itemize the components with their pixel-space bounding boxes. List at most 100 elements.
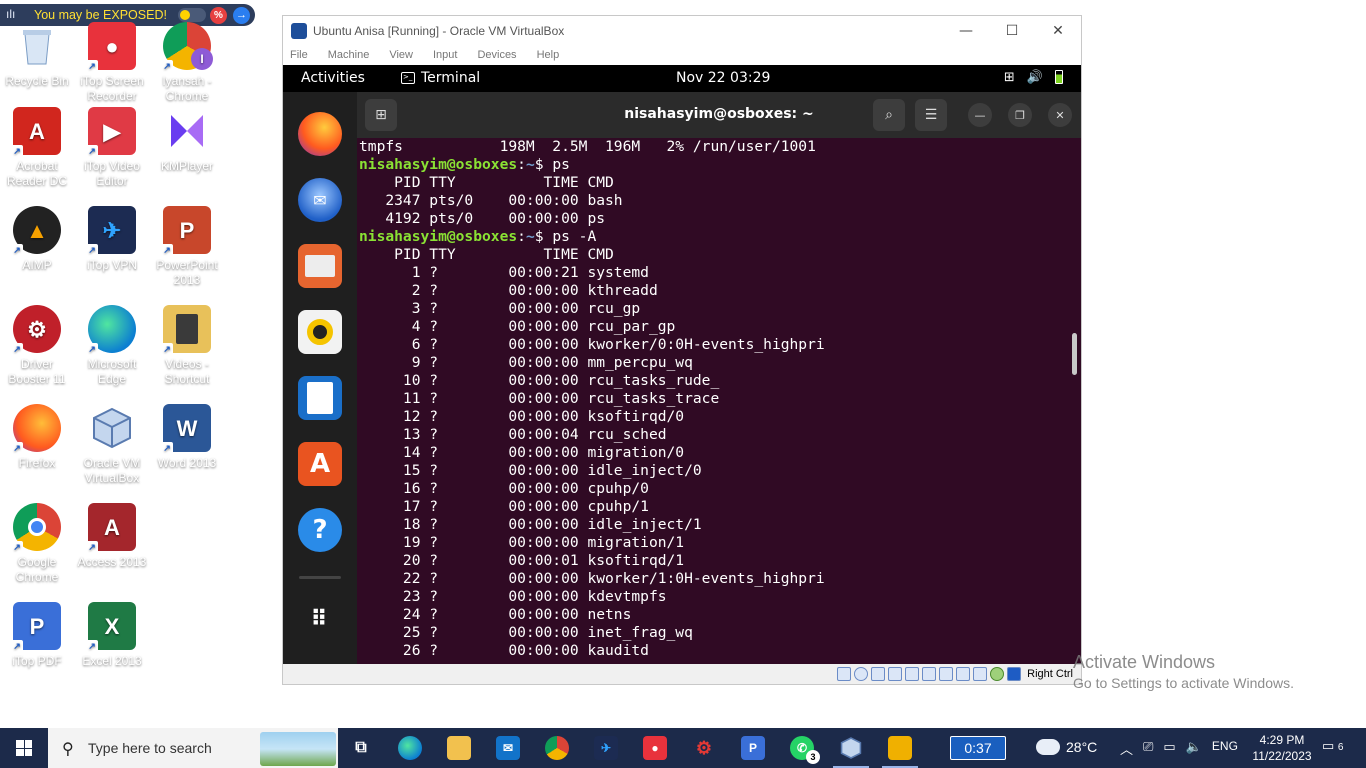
menu-file[interactable]: File: [290, 49, 308, 61]
optical-status-icon[interactable]: [854, 667, 869, 681]
taskbar-edge-icon[interactable]: [398, 736, 422, 760]
minimize-button[interactable]: —: [943, 16, 989, 45]
prompt-colon: :: [517, 156, 526, 173]
menu-view[interactable]: View: [389, 49, 413, 61]
terminal-output[interactable]: tmpfs 198M 2.5M 196M 2% /run/user/1001 ni…: [359, 138, 1067, 664]
weather-widget[interactable]: 28°C: [1036, 734, 1097, 755]
taskbar-screen-recorder-icon[interactable]: ●: [643, 736, 667, 760]
menu-machine[interactable]: Machine: [328, 49, 370, 61]
terminal-scrollbar[interactable]: [1072, 333, 1077, 375]
taskbar-itop-vpn-icon[interactable]: ✈: [594, 736, 618, 760]
show-apps-grid-icon[interactable]: ⠿: [298, 597, 342, 641]
desktop-icon-word[interactable]: W ↗ Word 2013: [149, 404, 225, 471]
desktop-icon-itop-pdf[interactable]: P ↗ iTop PDF: [0, 602, 75, 669]
desktop-icon-recycle-bin[interactable]: Recycle Bin: [0, 22, 75, 89]
dock-thunderbird-icon[interactable]: ✉: [298, 178, 342, 222]
desktop-icon-edge[interactable]: ↗ Microsoft Edge: [74, 305, 150, 387]
desktop-icon-label: Access 2013: [77, 555, 147, 569]
close-terminal-button[interactable]: ✕: [1048, 103, 1072, 127]
display-status-icon[interactable]: [939, 667, 954, 681]
close-button[interactable]: ✕: [1035, 16, 1081, 45]
taskbar-app-icon[interactable]: [888, 736, 912, 760]
recording-timer[interactable]: 0:37: [950, 736, 1006, 760]
desktop-icon-driver-booster[interactable]: ⚙ ↗ Driver Booster 11: [0, 305, 75, 387]
desktop-icon-powerpoint[interactable]: P ↗ PowerPoint 2013: [149, 206, 225, 288]
desktop-icon-videos-shortcut[interactable]: ↗ Videos - Shortcut: [149, 305, 225, 387]
taskbar-driver-booster-icon[interactable]: ⚙: [692, 736, 716, 760]
network-status-icon[interactable]: [888, 667, 903, 681]
desktop-icon-itop-screen-recorder[interactable]: ● ↗ iTop Screen Recorder: [74, 22, 150, 104]
hamburger-menu-icon[interactable]: ☰: [915, 99, 947, 131]
taskbar-file-explorer-icon[interactable]: [447, 736, 471, 760]
tray-volume-icon[interactable]: 🔈: [1186, 739, 1202, 758]
terminal-output-line: tmpfs 198M 2.5M 196M 2% /run/user/1001: [359, 138, 816, 155]
recycle-bin-icon: [13, 22, 61, 70]
tray-device-icon[interactable]: ⎚: [1143, 739, 1153, 758]
dock-firefox-icon[interactable]: [298, 112, 342, 156]
activities-button[interactable]: Activities: [301, 70, 365, 86]
terminal-headerbar[interactable]: ⊞ nisahasyim@osboxes: ~ ⌕ ☰ — ❐ ✕: [357, 92, 1081, 138]
keyboard-capture-icon[interactable]: [1007, 667, 1022, 681]
system-tray: ︿ ⎚ ▭ 🔈 ENG: [1120, 739, 1238, 758]
driver-booster-icon: ⚙ ↗: [11, 305, 61, 355]
minimize-terminal-button[interactable]: —: [968, 103, 992, 127]
restore-terminal-button[interactable]: ❐: [1008, 103, 1032, 127]
arrow-right-icon[interactable]: →: [233, 7, 250, 24]
screen-recorder-icon: ● ↗: [86, 22, 136, 72]
task-view-icon[interactable]: ⧉: [349, 736, 373, 760]
recording-status-icon[interactable]: [956, 667, 971, 681]
language-indicator[interactable]: ENG: [1212, 739, 1238, 758]
guest-additions-icon[interactable]: [990, 667, 1005, 681]
start-button[interactable]: [0, 728, 48, 768]
taskbar-search-box[interactable]: ⚲ Type here to search: [48, 728, 338, 768]
desktop-icon-kmplayer[interactable]: KMPlayer: [149, 107, 225, 174]
dock-software-icon[interactable]: A: [298, 442, 342, 486]
dock-files-icon[interactable]: [298, 244, 342, 288]
desktop-icon-access[interactable]: A ↗ Access 2013: [74, 503, 150, 570]
desktop-icon-itop-video-editor[interactable]: ▶ ↗ iTop Video Editor: [74, 107, 150, 189]
usb-status-icon[interactable]: [905, 667, 920, 681]
dock-help-icon[interactable]: ?: [298, 508, 342, 552]
taskbar-whatsapp-icon[interactable]: ✆ 3: [790, 736, 820, 764]
desktop-icon-aimp[interactable]: ▲ ↗ AIMP: [0, 206, 75, 273]
vpn-toggle[interactable]: [178, 8, 206, 22]
dock-rhythmbox-icon[interactable]: [298, 310, 342, 354]
terminal-output-line: 4 ? 00:00:00 rcu_par_gp: [359, 318, 676, 335]
desktop-icon-label: Firefox: [18, 456, 56, 470]
search-icon[interactable]: ⌕: [873, 99, 905, 131]
menu-help[interactable]: Help: [537, 49, 560, 61]
menu-devices[interactable]: Devices: [477, 49, 516, 61]
menu-input[interactable]: Input: [433, 49, 457, 61]
gnome-clock[interactable]: Nov 22 03:29: [676, 70, 770, 86]
app-menu[interactable]: >_ Terminal: [401, 70, 480, 86]
taskbar-chrome-icon[interactable]: [545, 736, 569, 760]
notification-center-button[interactable]: ▭ 6: [1322, 738, 1343, 754]
window-title: Ubuntu Anisa [Running] - Oracle VM Virtu…: [313, 23, 565, 38]
terminal-output-line: 16 ? 00:00:00 cpuhp/0: [359, 480, 649, 497]
cpu-status-icon[interactable]: [973, 667, 988, 681]
desktop-icon-iyansah-chrome[interactable]: I ↗ Iyansah - Chrome: [149, 22, 225, 104]
maximize-button[interactable]: ☐: [989, 16, 1035, 45]
gnome-system-tray[interactable]: ⊞ 🔊: [1004, 70, 1063, 85]
terminal-window[interactable]: ⊞ nisahasyim@osboxes: ~ ⌕ ☰ — ❐ ✕ tmpfs …: [357, 92, 1081, 664]
desktop-icon-label: iTop VPN: [86, 258, 138, 272]
vm-display[interactable]: Activities >_ Terminal Nov 22 03:29 ⊞ 🔊 …: [283, 65, 1081, 664]
desktop-icon-chrome[interactable]: ↗ Google Chrome: [0, 503, 75, 585]
chevron-up-icon[interactable]: ︿: [1120, 739, 1133, 758]
desktop-icon-itop-vpn[interactable]: ✈ ↗ iTop VPN: [74, 206, 150, 273]
desktop-icon-virtualbox[interactable]: Oracle VM VirtualBox: [74, 404, 150, 486]
taskbar-itop-pdf-icon[interactable]: P: [741, 736, 765, 760]
host-key-label: Right Ctrl: [1027, 668, 1073, 680]
terminal-output-line: PID TTY TIME CMD: [359, 174, 614, 191]
tray-network-icon[interactable]: ▭: [1163, 739, 1175, 758]
desktop-icon-firefox[interactable]: ↗ Firefox: [0, 404, 75, 471]
taskbar-mail-icon[interactable]: ✉: [496, 736, 520, 760]
taskbar-virtualbox-icon[interactable]: [839, 736, 863, 760]
taskbar-clock[interactable]: 4:29 PM 11/22/2023: [1252, 732, 1312, 764]
desktop-icon-excel[interactable]: X ↗ Excel 2013: [74, 602, 150, 669]
desktop-icon-acrobat[interactable]: A ↗ Acrobat Reader DC: [0, 107, 75, 189]
audio-status-icon[interactable]: [871, 667, 886, 681]
hdd-status-icon[interactable]: [837, 667, 852, 681]
dock-writer-icon[interactable]: [298, 376, 342, 420]
shared-folders-icon[interactable]: [922, 667, 937, 681]
